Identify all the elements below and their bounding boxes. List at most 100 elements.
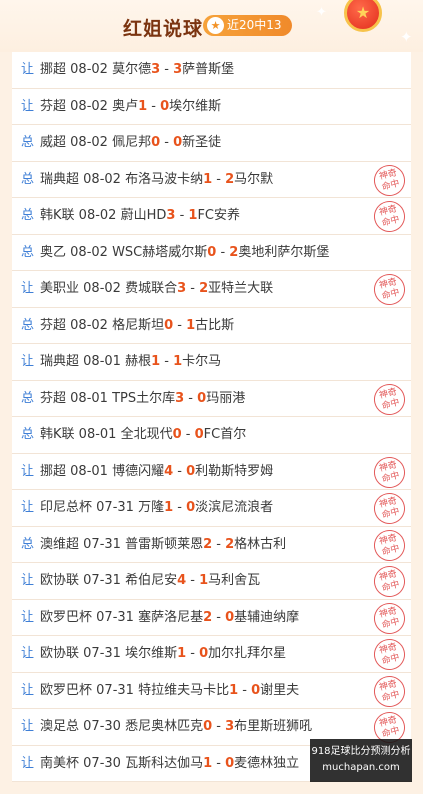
away-score: 3 [173, 62, 183, 77]
hit-stamp: 神奇 命中 [370, 526, 409, 563]
league-name: 欧罗巴杯 [40, 609, 93, 625]
hit-stamp: 神奇 命中 [370, 271, 409, 307]
home-score: 1 [138, 98, 148, 114]
league-name: 澳足总 [40, 719, 80, 734]
bet-type-label: 让 [21, 500, 35, 515]
home-team: 特拉维夫马卡比 [138, 682, 230, 698]
score-separator: - [186, 573, 200, 588]
list-item[interactable]: 让美职业 08-02 费城联合3 - 2亚特兰大联 神奇 命中 [12, 271, 411, 308]
league-name: 奥乙 [40, 244, 67, 260]
medal-icon: ★ [339, 0, 385, 40]
hit-stamp: 神奇 命中 [370, 198, 409, 234]
list-item[interactable]: 让瑞典超 08-01 赫根1 - 1卡尔马 [12, 344, 411, 381]
list-item[interactable]: 让印尼总杯 07-31 万隆1 - 0淡滨尼流浪者 神奇 命中 [12, 490, 411, 527]
score-separator: - [160, 354, 174, 369]
match-date: 08-02 [70, 317, 108, 333]
bet-type-label: 总 [21, 317, 35, 333]
bet-type-label: 让 [21, 98, 35, 114]
bet-type-label: 让 [21, 755, 35, 771]
match-info: 瑞典超 08-01 赫根1 - 1卡尔马 [40, 344, 221, 380]
home-team: 费城联合 [125, 281, 178, 296]
league-name: 欧协联 [40, 573, 80, 588]
away-score: 0 [197, 390, 207, 406]
record-badge[interactable]: ★ 近20中13 [203, 15, 292, 36]
match-date: 07-31 [96, 500, 134, 515]
home-team: 万隆 [138, 500, 165, 515]
list-item[interactable]: 总韩K联 08-02 蔚山HD3 - 1FC安养 神奇 命中 [12, 198, 411, 235]
page-title: 红姐说球 [123, 18, 204, 40]
score-separator: - [173, 317, 187, 333]
league-name: 韩K联 [40, 427, 75, 442]
list-item[interactable]: 让欧协联 07-31 埃尔维斯1 - 0加尔扎拜尔星 神奇 命中 [12, 636, 411, 673]
away-score: 0 [199, 646, 209, 661]
match-info: 欧协联 07-31 希伯尼安4 - 1马利舍瓦 [40, 563, 260, 599]
list-item[interactable]: 让芬超 08-02 奥卢1 - 0埃尔维斯 [12, 89, 411, 125]
home-team: 博德闪耀 [112, 463, 165, 479]
home-team: 赫根 [125, 354, 152, 369]
away-team: FC首尔 [203, 427, 247, 442]
bet-type-label: 总 [21, 208, 35, 223]
list-item[interactable]: 总瑞典超 08-02 布洛马波卡纳1 - 2马尔默 神奇 命中 [12, 161, 411, 198]
hit-stamp: 神奇 命中 [370, 563, 409, 599]
score-separator: - [173, 500, 187, 515]
match-date: 08-02 [83, 171, 121, 187]
home-score: 0 [151, 135, 161, 150]
away-team: 布里斯班狮吼 [234, 719, 313, 734]
score-separator: - [186, 646, 200, 661]
bet-type-label: 总 [21, 536, 35, 552]
home-score: 1 [151, 354, 161, 369]
score-separator: - [184, 390, 198, 406]
home-score: 3 [177, 281, 187, 296]
list-item[interactable]: 让挪超 08-02 莫尔德3 - 3萨普斯堡 [12, 52, 411, 89]
league-name: 瑞典超 [40, 171, 80, 187]
league-name: 挪超 [40, 62, 67, 77]
stamp-char: 奇 [386, 678, 399, 691]
home-team: 莫尔德 [112, 62, 152, 77]
list-item[interactable]: 让欧罗巴杯 07-31 特拉维夫马卡比1 - 0谢里夫 神奇 命中 [12, 672, 411, 709]
match-info: 奥乙 08-02 WSC赫塔威尔斯0 - 2奥地利萨尔斯堡 [40, 235, 329, 271]
match-date: 07-31 [96, 609, 134, 625]
away-team: 马利舍瓦 [208, 573, 261, 588]
match-info: 挪超 08-02 莫尔德3 - 3萨普斯堡 [40, 52, 234, 88]
away-score: 1 [186, 317, 196, 333]
home-team: 普雷斯顿莱恩 [125, 536, 204, 552]
match-info: 欧罗巴杯 07-31 塞萨洛尼基2 - 0基辅迪纳摩 [40, 600, 299, 636]
match-date: 08-01 [70, 390, 108, 406]
away-team: 萨普斯堡 [182, 62, 235, 77]
home-team: 全北现代 [120, 427, 173, 442]
score-separator: - [186, 281, 200, 296]
list-item[interactable]: 总威超 08-02 佩尼邦0 - 0新圣徒 [12, 125, 411, 162]
watermark: 918足球比分预测分析 muchapan.com [310, 739, 412, 782]
stamp-char: 奇 [386, 605, 399, 618]
bet-type-label: 让 [21, 281, 35, 296]
match-date: 07-31 [83, 536, 121, 552]
league-name: 南美杯 [40, 755, 80, 771]
league-name: 挪超 [40, 463, 67, 479]
match-date: 08-02 [83, 281, 121, 296]
match-info: 芬超 08-02 格尼斯坦0 - 1古比斯 [40, 308, 234, 344]
watermark-line2: muchapan.com [322, 762, 400, 773]
bet-type-label: 让 [21, 354, 35, 369]
home-team: 悉尼奥林匹克 [125, 719, 204, 734]
home-team: 埃尔维斯 [125, 646, 178, 661]
score-separator: - [181, 427, 195, 442]
league-name: 威超 [40, 135, 67, 150]
list-item[interactable]: 让欧罗巴杯 07-31 塞萨洛尼基2 - 0基辅迪纳摩 神奇 命中 [12, 599, 411, 636]
match-info: 威超 08-02 佩尼邦0 - 0新圣徒 [40, 125, 221, 161]
away-team: FC安养 [197, 208, 241, 223]
list-item[interactable]: 让欧协联 07-31 希伯尼安4 - 1马利舍瓦 神奇 命中 [12, 563, 411, 600]
score-separator: - [212, 755, 226, 771]
list-item[interactable]: 总芬超 08-02 格尼斯坦0 - 1古比斯 [12, 308, 411, 344]
list-item[interactable]: 总芬超 08-01 TPS土尔库3 - 0玛丽港 神奇 命中 [12, 380, 411, 417]
list-item[interactable]: 让挪超 08-01 博德闪耀4 - 0利勒斯特罗姆 神奇 命中 [12, 453, 411, 490]
home-score: 0 [203, 719, 213, 734]
match-date: 08-01 [70, 463, 108, 479]
list-item[interactable]: 总韩K联 08-01 全北现代0 - 0FC首尔 [12, 417, 411, 454]
list-item[interactable]: 总澳维超 07-31 普雷斯顿莱恩2 - 2格林古利 神奇 命中 [12, 526, 411, 563]
match-date: 08-02 [78, 208, 117, 223]
away-score: 2 [199, 281, 209, 296]
score-separator: - [212, 536, 226, 552]
stamp-char: 奇 [386, 459, 399, 472]
list-item[interactable]: 总奥乙 08-02 WSC赫塔威尔斯0 - 2奥地利萨尔斯堡 [12, 235, 411, 271]
score-separator: - [175, 208, 189, 223]
